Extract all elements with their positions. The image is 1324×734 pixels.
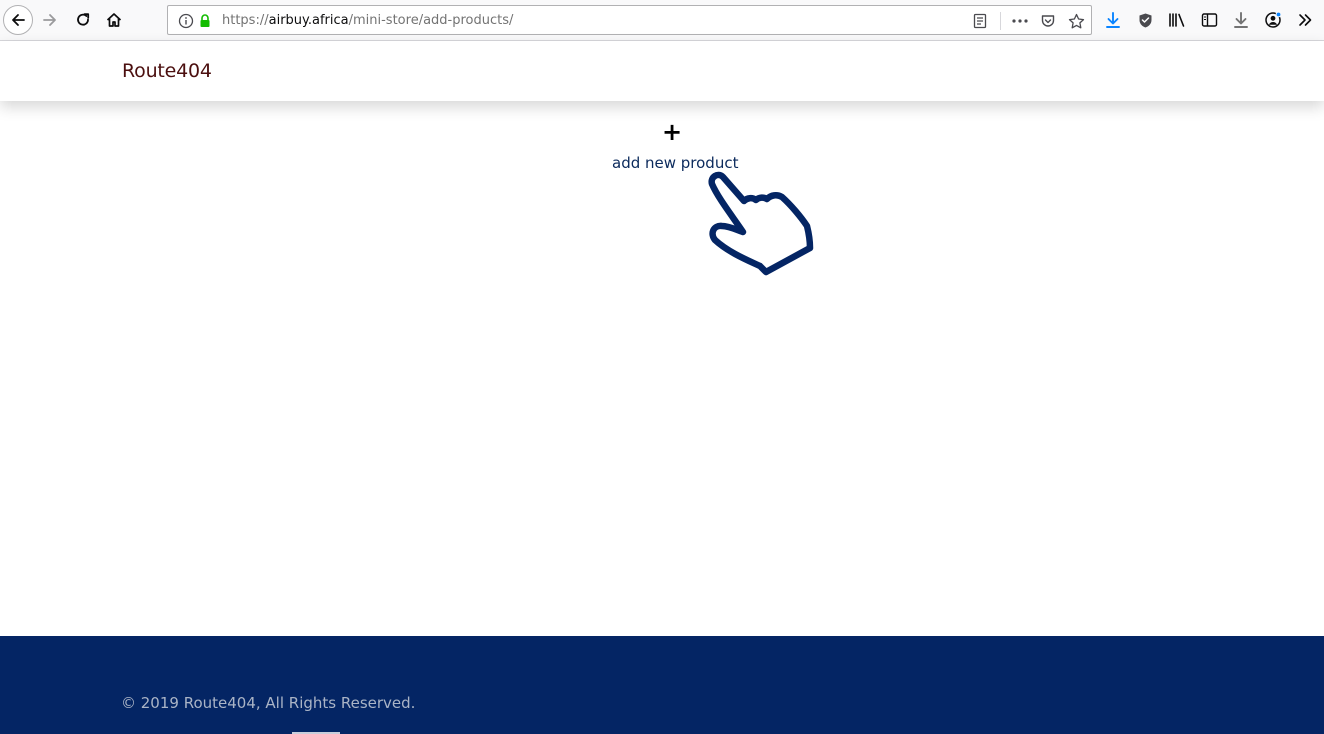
back-arrow-icon (12, 14, 25, 26)
lock-icon[interactable] (196, 12, 214, 30)
add-product-plus-icon[interactable]: + (662, 120, 682, 144)
reader-view-icon[interactable] (971, 12, 989, 30)
site-header: Route404 (0, 41, 1324, 101)
back-button[interactable] (3, 5, 33, 35)
pointing-hand-icon (708, 171, 814, 276)
url-host: airbuy.africa (268, 13, 349, 28)
home-button[interactable] (100, 6, 128, 34)
url-scheme: https:// (222, 13, 269, 28)
reload-icon (77, 13, 90, 26)
star-icon[interactable] (1067, 12, 1085, 30)
info-icon[interactable] (177, 12, 195, 30)
download-arrow-icon[interactable] (1232, 11, 1250, 29)
home-icon (106, 13, 122, 27)
url-text[interactable]: https://airbuy.africa/mini-store/add-pro… (222, 13, 513, 28)
account-icon[interactable] (1264, 11, 1282, 29)
url-path: /mini-store/add-products/ (348, 13, 514, 28)
more-actions-icon[interactable] (1011, 12, 1029, 30)
site-footer: © 2019 Route404, All Rights Reserved. (0, 636, 1324, 734)
overflow-chevron-icon[interactable] (1296, 11, 1314, 29)
shield-icon[interactable] (1136, 11, 1154, 29)
forward-arrow-icon (43, 14, 56, 26)
browser-toolbar: https://airbuy.africa/mini-store/add-pro… (0, 0, 1324, 41)
brand-logo-link[interactable]: Route404 (122, 60, 212, 82)
sidebar-icon[interactable] (1200, 11, 1218, 29)
reload-button[interactable] (69, 6, 97, 34)
address-bar[interactable]: https://airbuy.africa/mini-store/add-pro… (167, 5, 1092, 35)
library-icon[interactable] (1168, 11, 1186, 29)
url-divider (1000, 12, 1001, 30)
forward-button[interactable] (36, 6, 64, 34)
copyright-text: © 2019 Route404, All Rights Reserved. (121, 694, 416, 712)
pocket-icon[interactable] (1039, 12, 1057, 30)
download-icon[interactable] (1104, 11, 1122, 29)
